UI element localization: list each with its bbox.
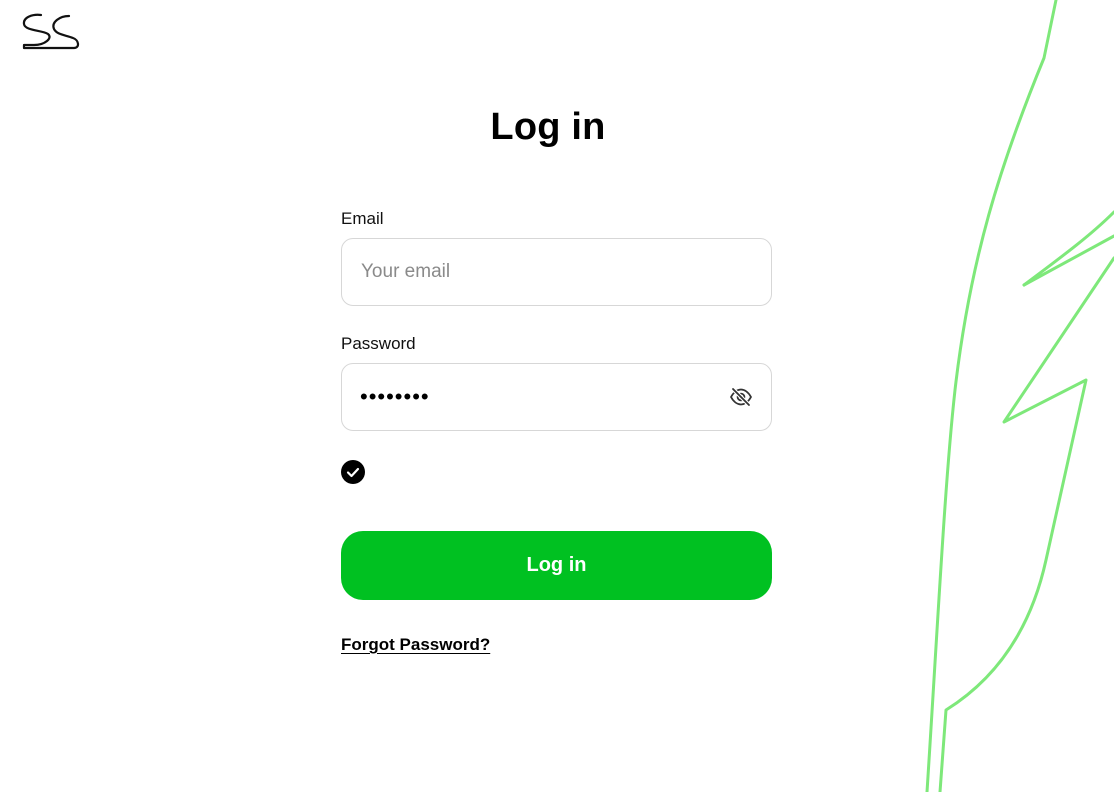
- email-group: Email: [341, 208, 772, 306]
- forgot-password-link[interactable]: Forgot Password?: [341, 634, 490, 656]
- eye-off-icon[interactable]: [729, 385, 753, 409]
- check-icon: [346, 467, 360, 478]
- email-field-box: [341, 238, 772, 306]
- password-field[interactable]: ••••••••: [341, 363, 772, 431]
- ss-logo-icon[interactable]: [20, 12, 80, 50]
- page-title: Log in: [490, 106, 606, 148]
- password-label: Password: [341, 334, 416, 353]
- email-field[interactable]: [342, 239, 771, 305]
- remember-checkbox[interactable]: [341, 460, 365, 484]
- login-page: Log in Email Password ••••••••: [0, 0, 1114, 792]
- email-label: Email: [341, 209, 384, 228]
- login-form: Email Password •••••••• Log in: [341, 208, 772, 654]
- login-button[interactable]: Log in: [341, 531, 772, 600]
- password-masked-value: ••••••••: [360, 384, 430, 409]
- password-group: Password ••••••••: [341, 333, 772, 431]
